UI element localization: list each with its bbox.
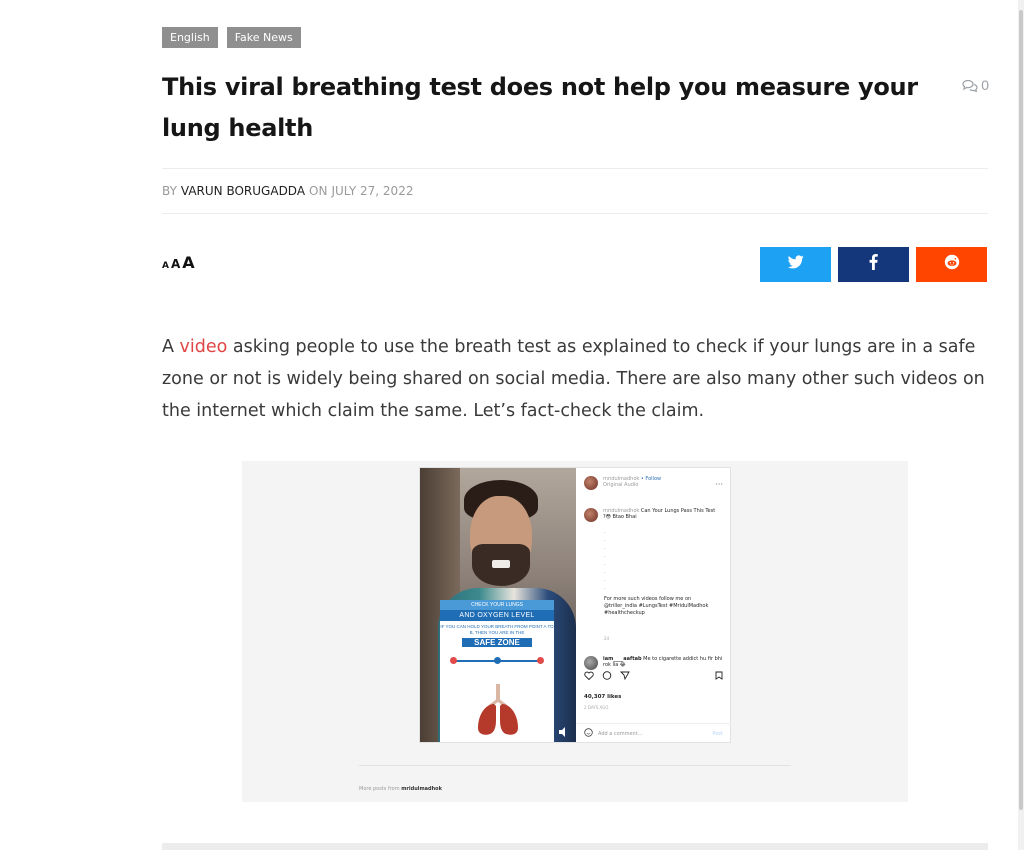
ellipsis-icon[interactable]: ··· — [715, 480, 723, 489]
bookmark-icon[interactable] — [715, 671, 723, 682]
breath-scale — [440, 650, 554, 672]
instagram-embed: CHECK YOUR LUNGS AND OXYGEN LEVEL IF YOU… — [242, 461, 908, 802]
audio-label[interactable]: Original Audio — [603, 482, 638, 488]
add-comment-input[interactable]: Add a comment... — [598, 731, 642, 737]
card-line-3: IF YOU CAN HOLD YOUR BREATH FROM POINT A… — [440, 624, 554, 635]
share-twitter-button[interactable] — [760, 247, 831, 282]
font-size-controls: A A A — [162, 253, 195, 272]
add-comment-bar: Add a comment... Post — [576, 723, 731, 743]
share-facebook-button[interactable] — [838, 247, 909, 282]
comment-avatar[interactable] — [584, 656, 598, 670]
follow-link[interactable]: • Follow — [641, 476, 661, 482]
reddit-icon — [944, 254, 960, 275]
comment-count-link[interactable]: 0 — [962, 77, 989, 93]
post-age: 2 DAYS AGO — [584, 705, 609, 710]
more-posts[interactable]: More posts from mridulmadhok — [359, 786, 442, 792]
page-scrollbar[interactable] — [1018, 0, 1024, 850]
more-posts-user[interactable]: mridulmadhok — [401, 786, 442, 792]
scale-point-mid — [494, 657, 501, 664]
font-size-small-button[interactable]: A — [162, 261, 169, 271]
video-thumbnail[interactable]: CHECK YOUR LUNGS AND OXYGEN LEVEL IF YOU… — [420, 468, 576, 742]
lung-test-card: CHECK YOUR LUNGS AND OXYGEN LEVEL IF YOU… — [440, 600, 554, 742]
scrollbar-thumb[interactable] — [1019, 10, 1023, 810]
send-icon[interactable] — [619, 671, 630, 682]
caption-age: 2d — [604, 636, 610, 641]
comments-icon — [962, 79, 978, 92]
post-actions — [584, 671, 630, 682]
share-buttons — [760, 247, 987, 282]
embed-divider — [359, 765, 791, 766]
font-size-large-button[interactable]: A — [182, 253, 194, 272]
more-posts-prefix: More posts from — [359, 786, 400, 792]
comment-count: 0 — [981, 77, 989, 93]
tag-english[interactable]: English — [162, 27, 218, 48]
body-suffix: asking people to use the breath test as … — [162, 337, 985, 421]
video-link[interactable]: video — [180, 337, 228, 357]
avatar[interactable] — [584, 476, 598, 490]
post-sidebar: mridulmadhok • Follow Original Audio ···… — [576, 468, 731, 742]
post-header: mridulmadhok • Follow Original Audio — [584, 476, 661, 490]
heart-icon[interactable] — [584, 671, 594, 682]
meta-on: ON — [309, 184, 328, 198]
article-title: This viral breathing test does not help … — [162, 73, 918, 142]
post-comment-button[interactable]: Post — [713, 731, 723, 737]
twitter-icon — [787, 255, 804, 274]
scale-point-b — [537, 657, 544, 664]
author-link[interactable]: VARUN BORUGADDA — [181, 184, 305, 198]
card-line-4: SAFE ZONE — [462, 638, 532, 647]
instagram-post[interactable]: CHECK YOUR LUNGS AND OXYGEN LEVEL IF YOU… — [419, 467, 731, 743]
caption-avatar[interactable] — [584, 508, 598, 522]
article-meta: BY VARUN BORUGADDA ON JULY 27, 2022 — [162, 168, 988, 214]
emoji-icon[interactable] — [584, 728, 593, 739]
caption-dots: ........ — [604, 529, 606, 591]
card-line-2: AND OXYGEN LEVEL — [440, 610, 554, 621]
facebook-icon — [869, 254, 878, 275]
volume-icon[interactable] — [558, 724, 570, 742]
meta-by: BY — [162, 184, 177, 198]
lungs-icon — [476, 684, 520, 736]
body-prefix: A — [162, 337, 180, 357]
caption-more: For more such videos follow me on @trill… — [604, 596, 709, 616]
font-size-medium-button[interactable]: A — [171, 257, 180, 271]
caption: mridulmadhok Can Your Lungs Pass This Te… — [584, 508, 719, 522]
category-tags: English Fake News — [162, 27, 301, 48]
next-section-edge — [162, 843, 988, 850]
publish-date: JULY 27, 2022 — [331, 184, 414, 198]
share-reddit-button[interactable] — [916, 247, 987, 282]
comment-icon[interactable] — [602, 671, 612, 682]
like-count[interactable]: 40,307 likes — [584, 694, 621, 700]
comment: iam____aaftab Me to cigarette addict hu … — [584, 656, 724, 670]
card-line-1: CHECK YOUR LUNGS — [440, 600, 554, 610]
article-paragraph: A video asking people to use the breath … — [162, 331, 992, 427]
tag-fake-news[interactable]: Fake News — [226, 27, 301, 48]
scale-point-a — [450, 657, 457, 664]
person-mouth — [492, 560, 510, 568]
